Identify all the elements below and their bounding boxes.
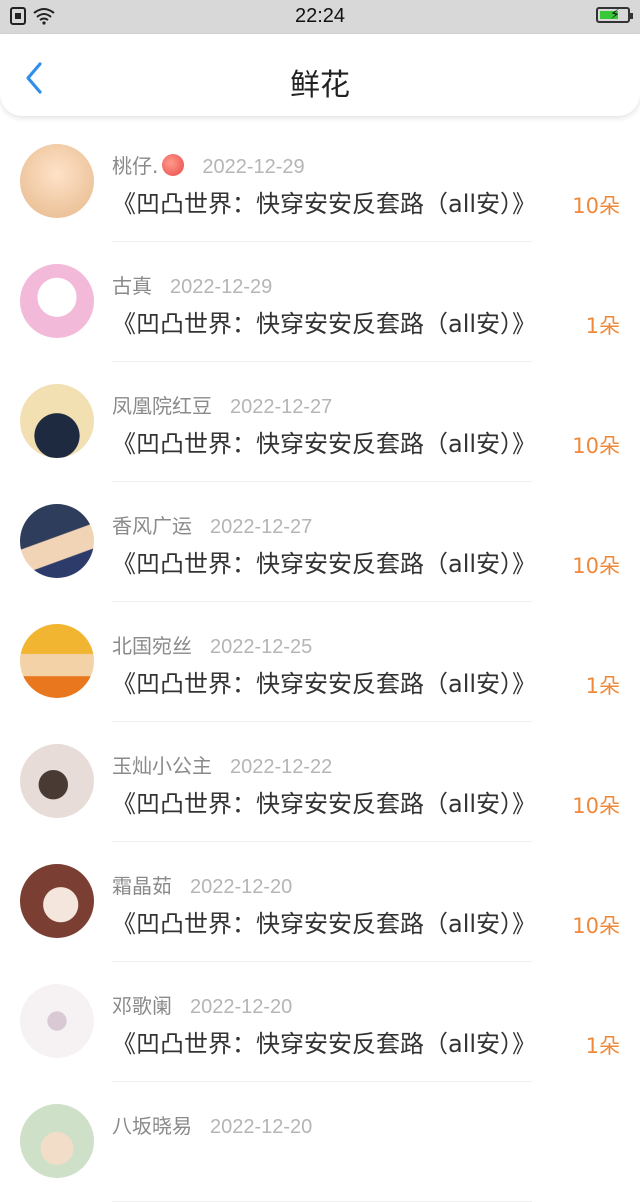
flower-count: 10朵	[572, 434, 620, 458]
avatar[interactable]	[20, 744, 94, 818]
list-item[interactable]: 凤凰院红豆 2022-12-27 《凹凸世界：快穿安安反套路（all安）》 10朵	[0, 362, 640, 482]
status-bar: 22:24 ⚡	[0, 0, 640, 34]
user-name: 八坂晓易	[112, 1114, 192, 1138]
flower-count: 10朵	[572, 554, 620, 578]
flower-count: 1朵	[585, 674, 620, 698]
date: 2022-12-20	[190, 996, 293, 1018]
user-name: 霜晶茹	[112, 874, 172, 898]
flower-count: 1朵	[585, 314, 620, 338]
list-item[interactable]: 香风广运 2022-12-27 《凹凸世界：快穿安安反套路（all安）》 10朵	[0, 482, 640, 602]
list-item[interactable]: 霜晶茹 2022-12-20 《凹凸世界：快穿安安反套路（all安）》 10朵	[0, 842, 640, 962]
avatar[interactable]	[20, 864, 94, 938]
avatar[interactable]	[20, 384, 94, 458]
date: 2022-12-29	[170, 276, 273, 298]
list-item[interactable]: 玉灿小公主 2022-12-22 《凹凸世界：快穿安安反套路（all安）》 10朵	[0, 722, 640, 842]
flower-count: 10朵	[572, 794, 620, 818]
avatar[interactable]	[20, 984, 94, 1058]
date: 2022-12-22	[230, 756, 333, 778]
battery-icon: ⚡	[596, 7, 633, 23]
nav-bar: 鲜花	[0, 34, 640, 116]
book-title[interactable]: 《凹凸世界：快穿安安反套路（all安）》	[112, 1024, 536, 1059]
page-title: 鲜花	[290, 68, 350, 103]
book-title[interactable]: 《凹凸世界：快穿安安反套路（all安）》	[112, 904, 536, 939]
date: 2022-12-27	[230, 396, 333, 418]
status-time: 22:24	[294, 5, 346, 27]
flower-count: 10朵	[572, 194, 620, 218]
peach-icon	[162, 154, 185, 176]
book-title[interactable]: 《凹凸世界：快穿安安反套路（all安）》	[112, 304, 536, 339]
user-name: 香风广运	[112, 514, 192, 538]
avatar[interactable]	[20, 624, 94, 698]
date: 2022-12-29	[202, 156, 305, 178]
date: 2022-12-25	[210, 636, 313, 658]
book-title[interactable]: 《凹凸世界：快穿安安反套路（all安）》	[112, 664, 536, 699]
avatar[interactable]	[20, 144, 94, 218]
book-title[interactable]: 《凹凸世界：快穿安安反套路（all安）》	[112, 184, 536, 219]
user-name: 邓歌阑	[112, 994, 172, 1018]
user-name: 凤凰院红豆	[112, 394, 212, 418]
date: 2022-12-20	[210, 1116, 313, 1138]
date: 2022-12-20	[190, 876, 293, 898]
user-name: 玉灿小公主	[112, 754, 212, 778]
flower-list: 桃仔. 2022-12-29 《凹凸世界：快穿安安反套路（all安）》 10朵 古…	[0, 122, 640, 1202]
list-item[interactable]: 桃仔. 2022-12-29 《凹凸世界：快穿安安反套路（all安）》 10朵	[0, 122, 640, 242]
book-title[interactable]: 《凹凸世界：快穿安安反套路（all安）》	[112, 544, 536, 579]
list-item[interactable]: 北国宛丝 2022-12-25 《凹凸世界：快穿安安反套路（all安）》 1朵	[0, 602, 640, 722]
date: 2022-12-27	[210, 516, 313, 538]
user-name: 古真	[112, 274, 152, 298]
flower-count: 1朵	[585, 1034, 620, 1058]
avatar[interactable]	[20, 1104, 94, 1178]
list-item[interactable]: 邓歌阑 2022-12-20 《凹凸世界：快穿安安反套路（all安）》 1朵	[0, 962, 640, 1082]
list-item[interactable]: 八坂晓易 2022-12-20	[0, 1082, 640, 1202]
list-item[interactable]: 古真 2022-12-29 《凹凸世界：快穿安安反套路（all安）》 1朵	[0, 242, 640, 362]
avatar[interactable]	[20, 504, 94, 578]
avatar[interactable]	[20, 264, 94, 338]
book-title[interactable]: 《凹凸世界：快穿安安反套路（all安）》	[112, 784, 536, 819]
flower-count: 10朵	[572, 914, 620, 938]
user-name: 北国宛丝	[112, 634, 192, 658]
user-name: 桃仔.	[112, 154, 159, 178]
book-title[interactable]: 《凹凸世界：快穿安安反套路（all安）》	[112, 424, 536, 459]
